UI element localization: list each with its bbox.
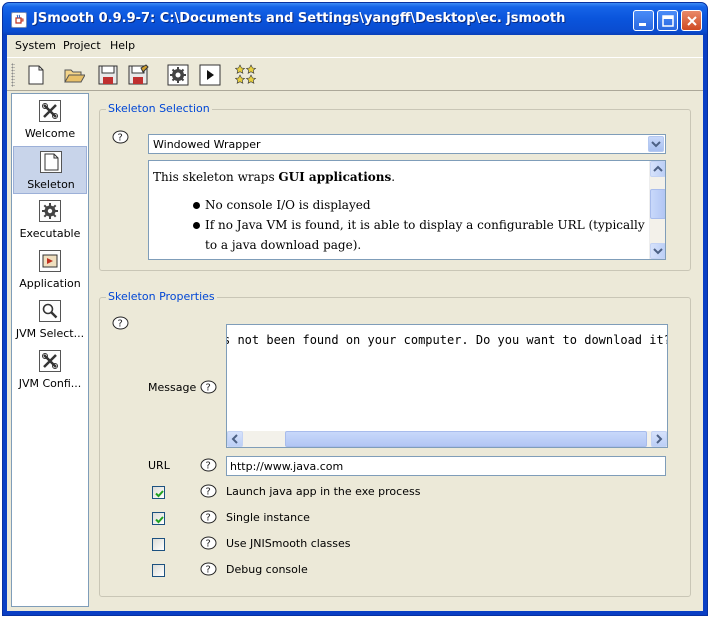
option-label: Launch java app in the exe process xyxy=(226,485,421,498)
option-label: Single instance xyxy=(226,511,310,524)
svg-text:?: ? xyxy=(206,461,211,472)
stars-icon[interactable] xyxy=(233,62,259,88)
window-title: JSmooth 0.9.9-7: C:\Documents and Settin… xyxy=(33,11,566,26)
scroll-thumb[interactable] xyxy=(285,431,647,447)
description-intro: This skeleton wraps GUI applications. xyxy=(153,170,396,184)
minimize-button[interactable] xyxy=(633,10,654,31)
chevron-down-icon[interactable] xyxy=(648,136,664,152)
group-title: Skeleton Properties xyxy=(106,290,217,303)
checkbox-debug-console[interactable] xyxy=(152,564,165,577)
list-item: If no Java VM is found, it is able to di… xyxy=(193,215,647,255)
sidebar-item-jvm-select[interactable]: JVM Select... xyxy=(13,296,87,344)
description-scrollbar[interactable] xyxy=(649,161,665,259)
compile-gear-icon[interactable] xyxy=(165,62,191,88)
sidebar-item-application[interactable]: Application xyxy=(13,246,87,294)
tools-icon xyxy=(39,100,61,122)
menu-help[interactable]: Help xyxy=(110,39,135,52)
option-label: Use JNISmooth classes xyxy=(226,537,351,550)
java-cup-icon xyxy=(11,12,27,28)
sidebar-item-label: Executable xyxy=(19,227,81,240)
message-text: s not been found on your computer. Do yo… xyxy=(226,333,668,347)
svg-text:?: ? xyxy=(206,539,211,550)
sidebar: Welcome Skeleton Executable Application xyxy=(11,93,89,607)
svg-text:?: ? xyxy=(206,383,211,394)
sidebar-item-jvm-config[interactable]: JVM Confi... xyxy=(13,346,87,394)
save-as-icon[interactable] xyxy=(125,62,151,88)
sidebar-item-welcome[interactable]: Welcome xyxy=(13,96,87,144)
app-window: JSmooth 0.9.9-7: C:\Documents and Settin… xyxy=(2,2,708,616)
magnifier-icon xyxy=(39,300,61,322)
help-icon[interactable]: ? xyxy=(200,458,217,472)
url-label: URL xyxy=(148,459,170,472)
skeleton-dropdown[interactable]: Windowed Wrapper xyxy=(148,134,666,154)
skeleton-selection-group: Skeleton Selection ? Windowed Wrapper Th… xyxy=(99,102,691,271)
checkbox-jnismooth[interactable] xyxy=(152,538,165,551)
maximize-button[interactable] xyxy=(657,10,678,31)
help-icon[interactable]: ? xyxy=(200,510,217,524)
url-input[interactable]: http://www.java.com xyxy=(226,456,666,476)
toolbar xyxy=(7,57,703,91)
open-folder-icon[interactable] xyxy=(61,62,87,88)
skeleton-description: This skeleton wraps GUI applications. No… xyxy=(148,160,666,260)
title-bar[interactable]: JSmooth 0.9.9-7: C:\Documents and Settin… xyxy=(3,3,707,35)
close-button[interactable] xyxy=(681,10,702,31)
help-icon[interactable]: ? xyxy=(200,536,217,550)
option-label: Debug console xyxy=(226,563,308,576)
help-icon[interactable]: ? xyxy=(200,562,217,576)
sidebar-item-label: Skeleton xyxy=(27,178,75,191)
scroll-left-button[interactable] xyxy=(227,431,243,447)
message-scrollbar[interactable] xyxy=(227,431,667,447)
message-textarea[interactable]: s not been found on your computer. Do yo… xyxy=(226,324,668,448)
sidebar-item-label: Welcome xyxy=(24,127,76,140)
help-icon[interactable]: ? xyxy=(200,380,217,394)
main-frame: System Project Help Welcome Skeleton Exe… xyxy=(7,35,703,611)
tools-icon xyxy=(39,350,61,372)
sidebar-item-executable[interactable]: Executable xyxy=(13,196,87,244)
menu-system[interactable]: System xyxy=(15,39,56,52)
document-icon xyxy=(40,151,62,173)
sidebar-item-label: JVM Confi... xyxy=(18,377,82,390)
help-icon[interactable]: ? xyxy=(112,316,129,330)
svg-text:?: ? xyxy=(206,487,211,498)
svg-text:?: ? xyxy=(206,565,211,576)
scroll-up-button[interactable] xyxy=(650,161,665,177)
sidebar-item-label: JVM Select... xyxy=(15,327,85,340)
new-file-icon[interactable] xyxy=(23,62,49,88)
menu-project[interactable]: Project xyxy=(63,39,101,52)
svg-text:?: ? xyxy=(206,513,211,524)
svg-text:?: ? xyxy=(118,319,123,330)
description-bullets: No console I/O is displayed If no Java V… xyxy=(153,195,647,255)
checkbox-single-instance[interactable] xyxy=(152,512,165,525)
sidebar-item-skeleton[interactable]: Skeleton xyxy=(13,146,87,194)
scroll-right-button[interactable] xyxy=(651,431,667,447)
skeleton-properties-group: Skeleton Properties ? Message ? s not be… xyxy=(99,290,691,597)
sidebar-item-label: Application xyxy=(19,277,81,290)
help-icon[interactable]: ? xyxy=(112,130,129,144)
application-icon xyxy=(39,250,61,272)
toolbar-grip[interactable] xyxy=(11,63,15,87)
scroll-thumb[interactable] xyxy=(650,189,665,219)
group-title: Skeleton Selection xyxy=(106,102,212,115)
checkbox-launch-in-exe[interactable] xyxy=(152,486,165,499)
scroll-down-button[interactable] xyxy=(650,243,665,259)
run-icon[interactable] xyxy=(197,62,223,88)
gear-icon xyxy=(39,200,61,222)
list-item: No console I/O is displayed xyxy=(193,195,647,215)
svg-text:?: ? xyxy=(118,133,123,144)
save-icon[interactable] xyxy=(95,62,121,88)
skeleton-dropdown-value: Windowed Wrapper xyxy=(153,138,261,151)
menu-bar: System Project Help xyxy=(7,35,703,55)
message-label: Message xyxy=(148,381,197,394)
help-icon[interactable]: ? xyxy=(200,484,217,498)
